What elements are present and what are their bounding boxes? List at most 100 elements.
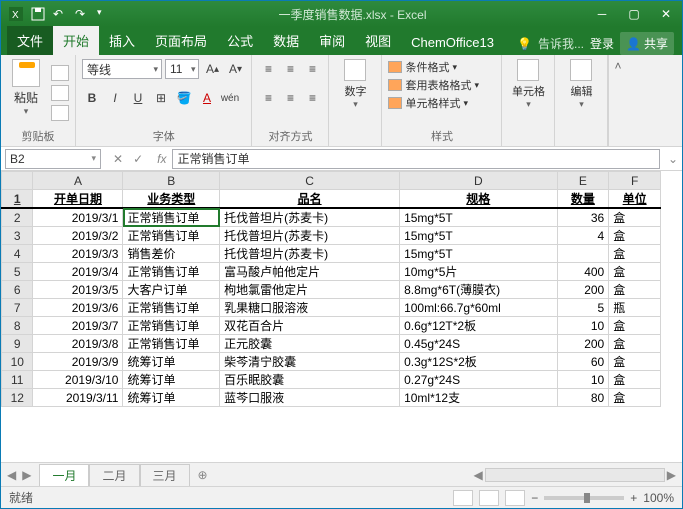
cell[interactable]: 0.27g*24S [400,371,557,389]
zoom-slider[interactable] [544,496,624,500]
maximize-button[interactable]: ▢ [618,1,650,27]
cell[interactable]: 双花百合片 [220,317,400,335]
undo-icon[interactable]: ↶ [53,7,67,21]
signin-link[interactable]: 登录 [590,35,614,52]
cell[interactable]: 托伐普坦片(苏麦卡) [220,208,400,227]
number-format-button[interactable]: 数字▾ [335,59,375,142]
new-sheet-button[interactable]: ⊕ [190,468,216,482]
cell[interactable]: 托伐普坦片(苏麦卡) [220,245,400,263]
cell[interactable]: 2019/3/8 [33,335,123,353]
cell[interactable]: 业务类型 [123,190,220,209]
underline-button[interactable]: U [128,88,148,108]
col-header-A[interactable]: A [33,172,123,190]
cell[interactable]: 托伐普坦片(苏麦卡) [220,227,400,245]
tab-file[interactable]: 文件 [7,26,53,55]
cell[interactable]: 开单日期 [33,190,123,209]
italic-button[interactable]: I [105,88,125,108]
cell[interactable]: 单位 [609,190,661,209]
row-header[interactable]: 8 [2,317,33,335]
tab-review[interactable]: 审阅 [309,26,355,55]
row-header[interactable]: 2 [2,208,33,227]
tell-me[interactable]: 告诉我... [538,35,584,52]
cell[interactable]: 100ml:66.7g*60ml [400,299,557,317]
conditional-format-button[interactable]: 条件格式 ▾ [388,59,479,75]
enter-icon[interactable]: ✓ [133,152,143,166]
name-box[interactable]: B2 [5,149,101,169]
paste-button[interactable]: 粘贴 ▾ [7,59,45,126]
normal-view-button[interactable] [453,490,473,506]
row-header[interactable]: 9 [2,335,33,353]
cell[interactable]: 正常销售订单 [123,299,220,317]
cell[interactable]: 百乐眠胶囊 [220,371,400,389]
cell[interactable]: 柴芩清宁胶囊 [220,353,400,371]
cell[interactable]: 8.8mg*6T(薄膜衣) [400,281,557,299]
cell[interactable]: 枸地氯雷他定片 [220,281,400,299]
cell[interactable]: 规格 [400,190,557,209]
tab-formulas[interactable]: 公式 [217,26,263,55]
cell[interactable]: 0.45g*24S [400,335,557,353]
row-header[interactable]: 11 [2,371,33,389]
page-break-view-button[interactable] [505,490,525,506]
cell[interactable]: 盒 [609,317,661,335]
cell[interactable]: 0.3g*12S*2板 [400,353,557,371]
cell[interactable]: 2019/3/1 [33,208,123,227]
cell[interactable]: 数量 [557,190,609,209]
align-center-icon[interactable]: ≡ [280,88,300,108]
expand-formula-icon[interactable]: ⌄ [664,152,682,166]
col-header-D[interactable]: D [400,172,557,190]
cell[interactable]: 富马酸卢帕他定片 [220,263,400,281]
tab-insert[interactable]: 插入 [99,26,145,55]
format-table-button[interactable]: 套用表格格式 ▾ [388,77,479,93]
zoom-out-button[interactable]: − [531,491,538,505]
fill-color-button[interactable]: 🪣 [174,88,194,108]
cell[interactable]: 盒 [609,227,661,245]
cell[interactable]: 60 [557,353,609,371]
share-button[interactable]: 👤共享 [620,32,674,55]
cell[interactable]: 10ml*12支 [400,389,557,407]
increase-font-icon[interactable]: A▴ [202,59,222,79]
fx-icon[interactable]: fx [151,152,172,166]
cell[interactable]: 统筹订单 [123,371,220,389]
cell[interactable]: 4 [557,227,609,245]
zoom-level[interactable]: 100% [643,491,674,505]
page-layout-view-button[interactable] [479,490,499,506]
redo-icon[interactable]: ↷ [75,7,89,21]
row-header[interactable]: 1 [2,190,33,209]
cell[interactable]: 蓝芩口服液 [220,389,400,407]
cell[interactable]: 瓶 [609,299,661,317]
bold-button[interactable]: B [82,88,102,108]
cell[interactable] [557,245,609,263]
font-size-select[interactable]: 11 [165,59,199,79]
cell-styles-button[interactable]: 单元格样式 ▾ [388,95,479,111]
editing-button[interactable]: 编辑▾ [561,59,601,144]
cell[interactable]: 大客户订单 [123,281,220,299]
sheet-nav-prev-icon[interactable]: ◀ [7,468,16,482]
sheet-tab-3[interactable]: 三月 [140,464,190,486]
copy-button[interactable] [51,85,69,101]
cell[interactable]: 统筹订单 [123,389,220,407]
sheet-tab-2[interactable]: 二月 [89,464,139,486]
font-color-button[interactable]: A [197,88,217,108]
cell[interactable]: 盒 [609,353,661,371]
cell[interactable]: 2019/3/9 [33,353,123,371]
cells-button[interactable]: 单元格▾ [508,59,548,144]
cell[interactable]: 盒 [609,263,661,281]
tab-chemoffice[interactable]: ChemOffice13 [401,30,504,55]
cell[interactable]: 正常销售订单 [123,335,220,353]
cell[interactable]: 5 [557,299,609,317]
cell[interactable]: 盒 [609,389,661,407]
col-header-E[interactable]: E [557,172,609,190]
row-header[interactable]: 3 [2,227,33,245]
row-header[interactable]: 4 [2,245,33,263]
cell[interactable]: 2019/3/4 [33,263,123,281]
row-header[interactable]: 12 [2,389,33,407]
cell[interactable]: 统筹订单 [123,353,220,371]
close-button[interactable]: ✕ [650,1,682,27]
cell[interactable]: 400 [557,263,609,281]
tab-view[interactable]: 视图 [355,26,401,55]
grid-scroll[interactable]: A B C D E F 1开单日期业务类型品名规格数量单位22019/3/1正常… [1,171,682,462]
cell[interactable]: 15mg*5T [400,208,557,227]
qat-dropdown-icon[interactable]: ▾ [97,7,111,21]
sheet-tab-1[interactable]: 一月 [39,464,89,486]
align-top-icon[interactable]: ≡ [258,59,278,79]
